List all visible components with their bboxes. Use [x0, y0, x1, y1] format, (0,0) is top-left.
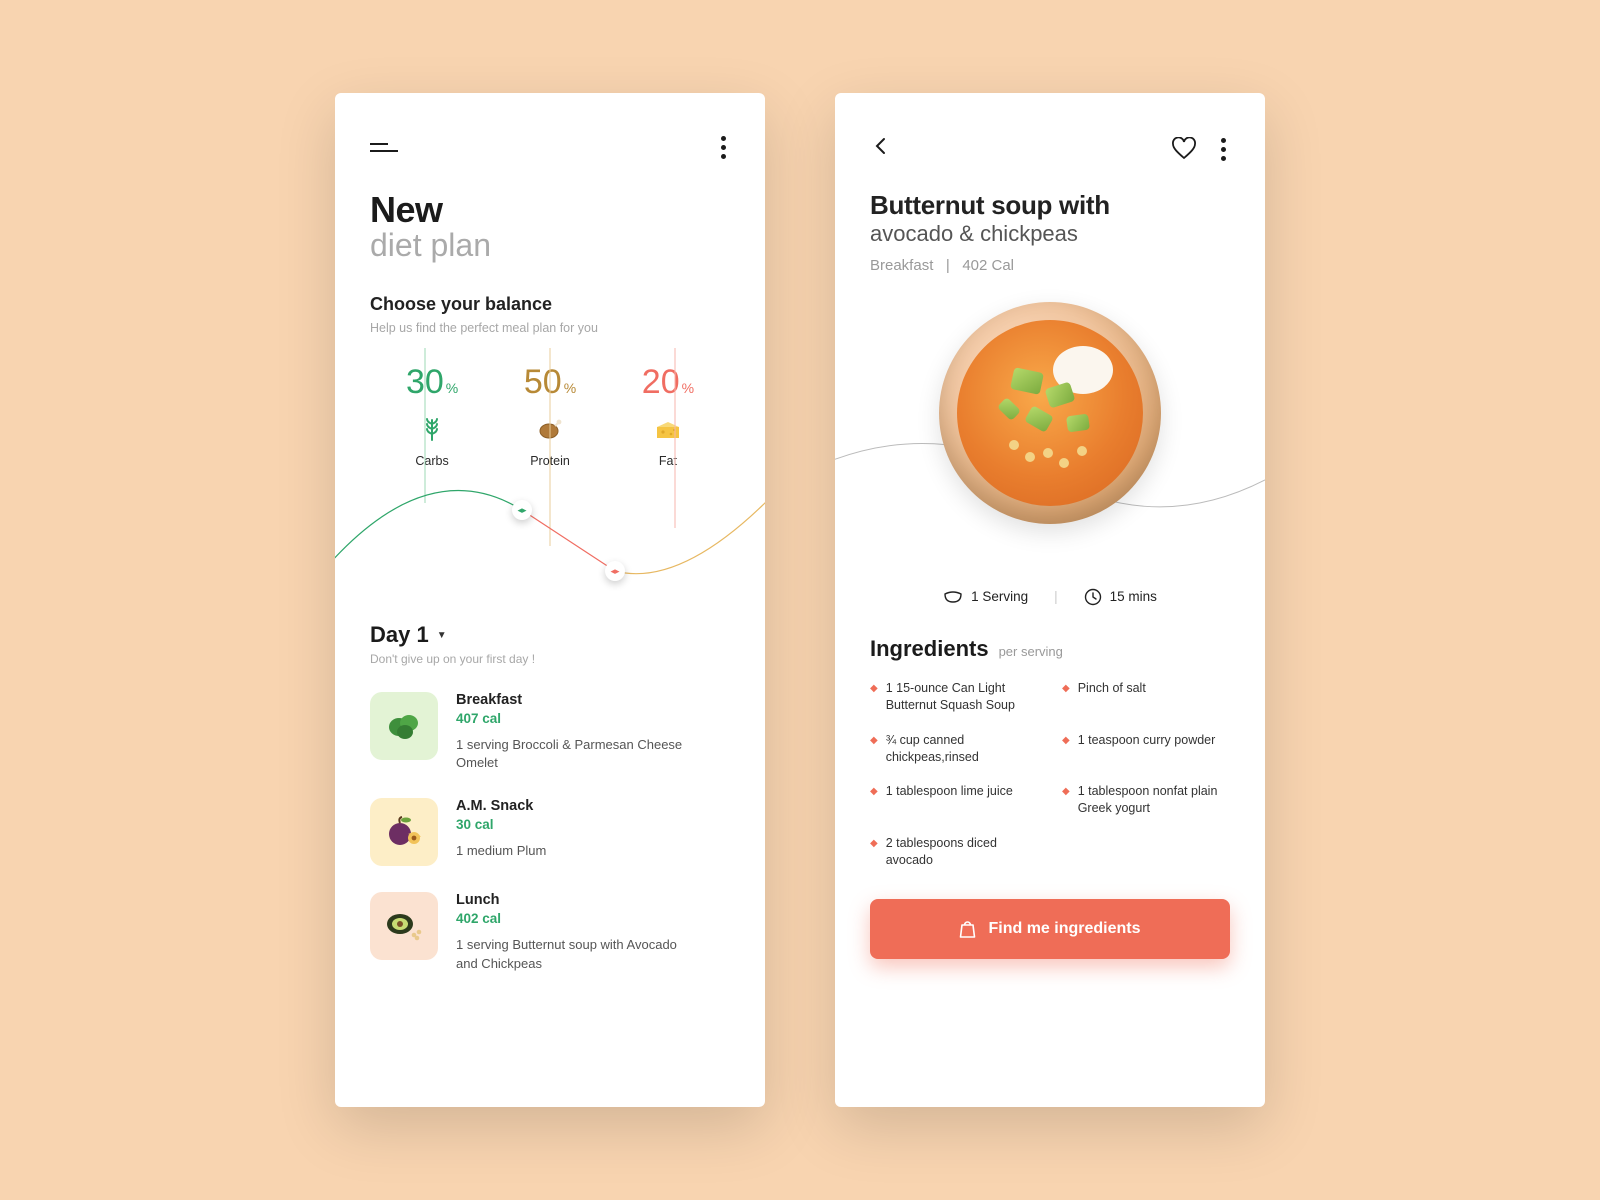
meal-thumb-breakfast	[370, 692, 438, 760]
more-icon[interactable]	[1217, 134, 1230, 165]
meal-calories: 402 cal	[456, 911, 686, 926]
ingredient-item: ◆1 tablespoon lime juice	[870, 783, 1038, 817]
bowl-icon	[943, 589, 963, 605]
slider-handle-protein-fat[interactable]: ◂▸	[605, 561, 625, 581]
meal-snack[interactable]: A.M. Snack 30 cal 1 medium Plum	[370, 798, 730, 866]
top-bar	[870, 133, 1230, 165]
meal-name: Lunch	[456, 892, 686, 908]
chevron-down-icon: ▼	[437, 630, 447, 641]
menu-icon[interactable]	[370, 143, 398, 152]
cook-time: 15 mins	[1084, 588, 1157, 606]
balance-subheading: Help us find the perfect meal plan for y…	[370, 321, 730, 335]
day-subtext: Don't give up on your first day !	[370, 652, 730, 666]
ingredient-item: ◆1 tablespoon nonfat plain Greek yogurt	[1062, 783, 1230, 817]
page-subtitle: diet plan	[370, 227, 730, 264]
meal-thumb-lunch	[370, 892, 438, 960]
fat-percent: 20	[642, 363, 680, 402]
cheese-icon	[656, 416, 680, 444]
day-label: Day 1	[370, 622, 429, 648]
ingredient-item: ◆¾ cup canned chickpeas,rinsed	[870, 732, 1038, 766]
meal-calories: 407 cal	[456, 711, 686, 726]
carbs-label: Carbs	[415, 454, 448, 468]
top-bar	[370, 133, 730, 161]
back-icon[interactable]	[870, 133, 892, 165]
balance-slider-track: ◂▸ ◂▸	[370, 468, 730, 618]
serving-size: 1 Serving	[943, 589, 1028, 605]
protein-percent: 50	[524, 363, 562, 402]
balance-heading: Choose your balance	[370, 294, 730, 315]
recipe-subtitle: avocado & chickpeas	[870, 221, 1230, 247]
find-ingredients-button[interactable]: Find me ingredients	[870, 899, 1230, 959]
ingredients-list: ◆1 15-ounce Can Light Butternut Squash S…	[870, 680, 1230, 869]
balance-fat[interactable]: 20% Fat	[610, 363, 726, 468]
separator: |	[1054, 589, 1058, 604]
bag-icon	[959, 919, 976, 938]
balance-carbs[interactable]: 30% Carbs	[374, 363, 490, 468]
meal-breakfast[interactable]: Breakfast 407 cal 1 serving Broccoli & P…	[370, 692, 730, 772]
ingredient-item: ◆1 teaspoon curry powder	[1062, 732, 1230, 766]
serving-info-row: 1 Serving | 15 mins	[870, 588, 1230, 606]
meal-description: 1 serving Butternut soup with Avocado an…	[456, 936, 686, 972]
recipe-meal-type: Breakfast	[870, 257, 933, 274]
ingredient-item: ◆2 tablespoons diced avocado	[870, 835, 1038, 869]
recipe-calories: 402 Cal	[962, 257, 1014, 274]
ingredient-item: ◆Pinch of salt	[1062, 680, 1230, 714]
meal-description: 1 serving Broccoli & Parmesan Cheese Ome…	[456, 736, 686, 772]
recipe-detail-screen: Butternut soup with avocado & chickpeas …	[835, 93, 1265, 1107]
slider-handle-carbs-protein[interactable]: ◂▸	[512, 500, 532, 520]
recipe-image	[870, 292, 1230, 582]
meal-description: 1 medium Plum	[456, 842, 546, 860]
meal-lunch[interactable]: Lunch 402 cal 1 serving Butternut soup w…	[370, 892, 730, 972]
more-icon[interactable]	[717, 132, 730, 163]
recipe-meta: Breakfast | 402 Cal	[870, 257, 1230, 274]
ingredients-heading: Ingredients per serving	[870, 636, 1230, 662]
ingredient-item: ◆1 15-ounce Can Light Butternut Squash S…	[870, 680, 1038, 714]
page-title: New	[370, 189, 730, 231]
meal-calories: 30 cal	[456, 817, 546, 832]
meal-name: Breakfast	[456, 692, 686, 708]
heart-icon[interactable]	[1171, 137, 1197, 161]
recipe-title: Butternut soup with	[870, 191, 1230, 221]
diet-plan-screen: New diet plan Choose your balance Help u…	[335, 93, 765, 1107]
meal-name: A.M. Snack	[456, 798, 546, 814]
day-selector[interactable]: Day 1 ▼	[370, 622, 730, 648]
clock-icon	[1084, 588, 1102, 606]
fat-label: Fat	[659, 454, 677, 468]
meal-thumb-snack	[370, 798, 438, 866]
